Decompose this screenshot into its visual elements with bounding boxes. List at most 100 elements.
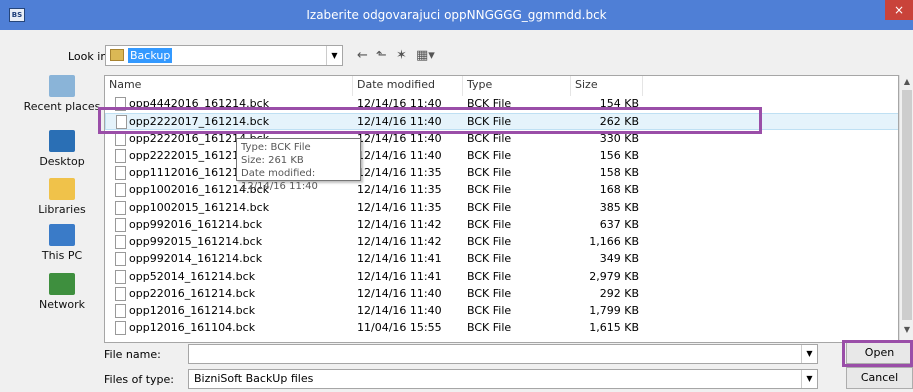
place-network[interactable]: Network [20, 273, 104, 311]
file-size: 1,799 KB [589, 304, 639, 317]
file-size: 1,615 KB [589, 321, 639, 334]
up-folder-icon[interactable]: ⬑ [376, 45, 387, 66]
file-name: opp12016_161214.bck [129, 304, 256, 317]
file-date: 12/14/16 11:42 [357, 218, 442, 231]
file-type: BCK File [467, 321, 512, 334]
file-date: 12/14/16 11:40 [357, 304, 442, 317]
file-size: 158 KB [599, 166, 639, 179]
file-name: opp52014_161214.bck [129, 270, 256, 283]
table-row[interactable]: opp992015_161214.bck 12/14/16 11:42 BCK … [105, 234, 898, 251]
file-size: 1,166 KB [589, 235, 639, 248]
cancel-button[interactable]: Cancel [846, 367, 913, 389]
column-name-header[interactable]: Name [105, 76, 353, 96]
column-size-header[interactable]: Size [571, 76, 643, 96]
table-row[interactable]: opp52014_161214.bck 12/14/16 11:41 BCK F… [105, 269, 898, 286]
new-folder-icon[interactable]: ✶ [396, 45, 407, 66]
file-icon [115, 235, 126, 249]
file-size: 292 KB [599, 287, 639, 300]
file-icon [115, 166, 126, 180]
file-type: BCK File [467, 201, 512, 214]
file-type: BCK File [467, 252, 512, 265]
file-type: BCK File [467, 270, 512, 283]
file-name: opp992016_161214.bck [129, 218, 263, 231]
file-type: BCK File [467, 304, 512, 317]
title-bar: BS Izaberite odgovarajuci oppNNGGGG_ggmm… [0, 0, 913, 30]
file-size: 637 KB [599, 218, 639, 231]
file-icon [115, 201, 126, 215]
file-name: opp992015_161214.bck [129, 235, 263, 248]
chevron-down-icon[interactable]: ▼ [801, 345, 817, 363]
file-icon [115, 270, 126, 284]
table-row[interactable]: opp12016_161104.bck 11/04/16 15:55 BCK F… [105, 320, 898, 337]
column-type-header[interactable]: Type [463, 76, 571, 96]
scroll-thumb[interactable] [902, 90, 912, 320]
table-row[interactable]: opp992016_161214.bck 12/14/16 11:42 BCK … [105, 217, 898, 234]
table-row[interactable]: opp1002016_161214.bck 12/14/16 11:35 BCK… [105, 182, 898, 199]
file-type: BCK File [467, 149, 512, 162]
file-date: 11/04/16 15:55 [357, 321, 442, 334]
file-type: BCK File [467, 183, 512, 196]
table-row[interactable]: opp2222015_161214.bck 12/14/16 11:40 BCK… [105, 148, 898, 165]
file-icon [115, 149, 126, 163]
file-name-field[interactable]: ▼ [188, 344, 818, 364]
table-row[interactable]: opp992014_161214.bck 12/14/16 11:41 BCK … [105, 251, 898, 268]
file-icon [115, 287, 126, 301]
this-pc-icon [49, 224, 75, 246]
file-name-label: File name: [104, 348, 161, 361]
table-row[interactable]: opp1112016_161214.bck 12/14/16 11:35 BCK… [105, 165, 898, 182]
place-libraries[interactable]: Libraries [20, 178, 104, 216]
folder-icon [110, 49, 124, 61]
place-desktop[interactable]: Desktop [20, 130, 104, 168]
place-recent-places[interactable]: Recent places [20, 75, 104, 113]
file-icon [115, 132, 126, 146]
recent-places-icon [49, 75, 75, 97]
vertical-scrollbar[interactable]: ▲ ▼ [899, 75, 913, 343]
table-row[interactable]: opp22016_161214.bck 12/14/16 11:40 BCK F… [105, 286, 898, 303]
places-bar: Recent places Desktop Libraries This PC … [20, 75, 104, 343]
tooltip-type: Type: BCK File [241, 142, 311, 153]
open-button-highlight [842, 340, 913, 367]
scroll-down-icon[interactable]: ▼ [900, 323, 913, 337]
file-size: 168 KB [599, 183, 639, 196]
file-size: 2,979 KB [589, 270, 639, 283]
file-size: 349 KB [599, 252, 639, 265]
file-type: BCK File [467, 166, 512, 179]
window-title: Izaberite odgovarajuci oppNNGGGG_ggmmdd.… [306, 8, 607, 22]
file-size: 385 KB [599, 201, 639, 214]
view-menu-icon[interactable]: ▦▾ [416, 45, 435, 66]
file-tooltip: Type: BCK File Size: 261 KB Date modifie… [236, 138, 361, 192]
file-name: opp22016_161214.bck [129, 287, 256, 300]
files-of-type-value: BizniSoft BackUp files [194, 372, 314, 385]
file-icon [115, 321, 126, 335]
file-date: 12/14/16 11:41 [357, 252, 442, 265]
libraries-icon [49, 178, 75, 200]
file-name: opp1002015_161214.bck [129, 201, 270, 214]
file-icon [115, 218, 126, 232]
place-this-pc[interactable]: This PC [20, 224, 104, 262]
back-icon[interactable]: ← [357, 45, 368, 66]
place-label: Network [39, 298, 85, 311]
tooltip-date: Date modified: 12/14/16 11:40 [241, 168, 318, 192]
file-size: 156 KB [599, 149, 639, 162]
place-label: Libraries [38, 203, 86, 216]
file-type: BCK File [467, 287, 512, 300]
place-label: This PC [41, 249, 83, 262]
table-row[interactable]: opp1002015_161214.bck 12/14/16 11:35 BCK… [105, 200, 898, 217]
file-date: 12/14/16 11:40 [357, 287, 442, 300]
look-in-value: Backup [128, 48, 173, 63]
file-date: 12/14/16 11:41 [357, 270, 442, 283]
files-of-type-select[interactable]: BizniSoft BackUp files ▼ [188, 369, 818, 389]
file-date: 12/14/16 11:35 [357, 166, 442, 179]
column-date-header[interactable]: Date modified [353, 76, 463, 96]
table-row[interactable]: opp12016_161214.bck 12/14/16 11:40 BCK F… [105, 303, 898, 320]
chevron-down-icon[interactable]: ▼ [801, 370, 817, 388]
file-date: 12/14/16 11:42 [357, 235, 442, 248]
place-label: Desktop [39, 155, 85, 168]
look-in-combo[interactable]: Backup ▼ [105, 45, 343, 66]
scroll-up-icon[interactable]: ▲ [900, 75, 913, 89]
close-button[interactable]: × [885, 0, 913, 20]
files-of-type-label: Files of type: [104, 373, 175, 386]
place-label: Recent places [23, 100, 101, 113]
chevron-down-icon[interactable]: ▼ [326, 46, 342, 65]
file-name: opp992014_161214.bck [129, 252, 263, 265]
